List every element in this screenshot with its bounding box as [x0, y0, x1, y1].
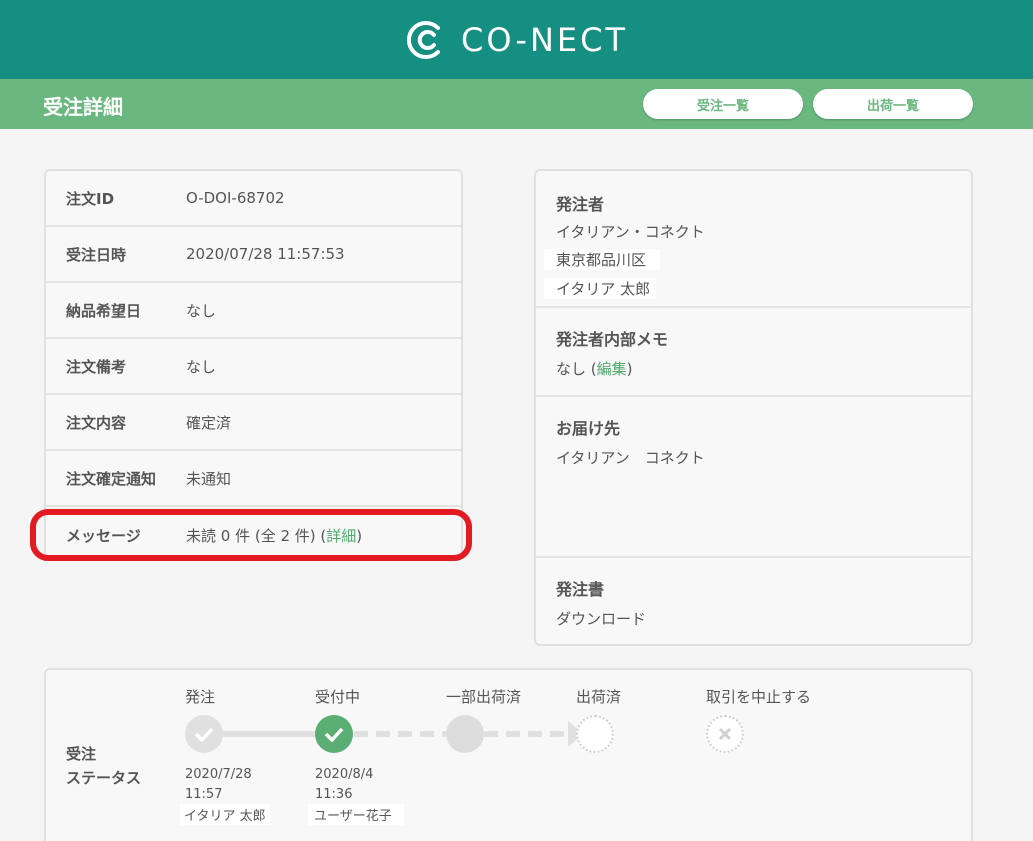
- logo-icon: [406, 20, 440, 59]
- order-list-button[interactable]: 受注一覧: [643, 89, 803, 119]
- order-id-value: O-DOI-68702: [186, 189, 285, 207]
- delivery-date-label: 納品希望日: [66, 301, 142, 320]
- orderer-address: 東京都品川区: [544, 249, 661, 270]
- order-date-label: 受注日時: [66, 245, 127, 264]
- order-info-card: 注文ID O-DOI-68702 受注日時 2020/07/28 11:57:5…: [44, 169, 463, 561]
- memo-value: なし (編集): [556, 358, 633, 379]
- step-ordered-circle: [185, 715, 223, 753]
- orderer-title: 発注者: [556, 195, 605, 214]
- step-accepting-meta: 2020/8/4 11:36: [315, 765, 373, 805]
- download-link[interactable]: ダウンロード: [556, 608, 646, 629]
- memo-close-paren: ): [626, 360, 633, 378]
- order-id-row: 注文ID O-DOI-68702: [46, 171, 461, 227]
- status-label-line1: 受注: [66, 745, 97, 763]
- memo-section: 発注者内部メモ なし (編集): [536, 308, 971, 397]
- check-icon: [324, 727, 344, 742]
- orderer-company: イタリアン・コネクト: [556, 223, 705, 241]
- step-name-accepting: 受付中: [315, 688, 361, 706]
- check-icon: [194, 727, 214, 742]
- delivery-date-row: 納品希望日 なし: [46, 283, 461, 339]
- step-accepting-date: 2020/8/4: [315, 767, 374, 782]
- step-ordered-user: イタリア 太郎: [180, 804, 270, 825]
- delivery-section: お届け先 イタリアン コネクト: [536, 397, 971, 558]
- step-name-cancel: 取引を中止する: [706, 688, 812, 706]
- step-ordered-date: 2020/7/28: [185, 767, 252, 782]
- progress-line-dashed-2: [484, 731, 570, 737]
- purchase-order-section: 発注書 ダウンロード: [536, 558, 971, 644]
- memo-title: 発注者内部メモ: [556, 330, 669, 349]
- brand-name: CO-NECT: [460, 20, 628, 59]
- step-name-ordered: 発注: [185, 688, 216, 706]
- message-highlight-outline: [30, 509, 472, 561]
- confirm-notice-value: 未通知: [186, 469, 232, 488]
- step-ordered-time: 11:57: [185, 787, 223, 802]
- sub-header: 受注詳細 受注一覧 出荷一覧: [0, 79, 1033, 129]
- shipping-list-button[interactable]: 出荷一覧: [813, 89, 973, 119]
- confirm-notice-row: 注文確定通知 未通知: [46, 451, 461, 507]
- order-content-value: 確定済: [186, 413, 232, 432]
- orderer-section: 発注者 イタリアン・コネクト 東京都品川区 イタリア 太郎: [536, 171, 971, 308]
- top-header: CO-NECT: [0, 0, 1033, 79]
- confirm-notice-label: 注文確定通知: [66, 469, 157, 488]
- step-cancel-circle[interactable]: [706, 715, 744, 753]
- status-label: 受注 ステータス: [66, 742, 141, 790]
- order-date-value: 2020/07/28 11:57:53: [186, 245, 345, 263]
- delivery-date-value: なし: [186, 301, 217, 320]
- order-content-label: 注文内容: [66, 413, 127, 432]
- order-note-label: 注文備考: [66, 357, 127, 376]
- purchase-order-title: 発注書: [556, 580, 605, 599]
- delivery-title: お届け先: [556, 419, 621, 438]
- step-shipped-circle: [576, 715, 614, 753]
- close-icon: [718, 727, 732, 741]
- order-content-row: 注文内容 確定済: [46, 395, 461, 451]
- order-status-card: 受注 ステータス 発注 受付中 一部出荷済 出荷済 取引を中止する 2020/7…: [44, 668, 973, 841]
- step-ordered-meta: 2020/7/28 11:57: [185, 765, 252, 805]
- delivery-value: イタリアン コネクト: [556, 449, 705, 467]
- orderer-card: 発注者 イタリアン・コネクト 東京都品川区 イタリア 太郎 発注者内部メモ なし…: [534, 169, 973, 646]
- orderer-person: イタリア 太郎: [544, 278, 657, 299]
- step-partial-shipped-circle: [446, 715, 484, 753]
- order-id-label: 注文ID: [66, 189, 115, 208]
- progress-line-solid: [222, 731, 320, 737]
- progress-line-dashed-1: [354, 731, 450, 737]
- step-accepting-circle: [315, 715, 353, 753]
- status-label-line2: ステータス: [66, 769, 142, 787]
- step-name-partial-shipped: 一部出荷済: [446, 688, 522, 706]
- memo-edit-link[interactable]: 編集: [597, 360, 627, 378]
- order-note-row: 注文備考 なし: [46, 339, 461, 395]
- order-note-value: なし: [186, 357, 217, 376]
- order-date-row: 受注日時 2020/07/28 11:57:53: [46, 227, 461, 283]
- memo-text: なし (: [556, 360, 597, 378]
- page-title: 受注詳細: [43, 95, 123, 119]
- step-accepting-user: ユーザー花子: [308, 804, 404, 825]
- brand-logo: CO-NECT: [405, 19, 628, 61]
- step-accepting-time: 11:36: [315, 787, 353, 802]
- step-name-shipped: 出荷済: [576, 688, 622, 706]
